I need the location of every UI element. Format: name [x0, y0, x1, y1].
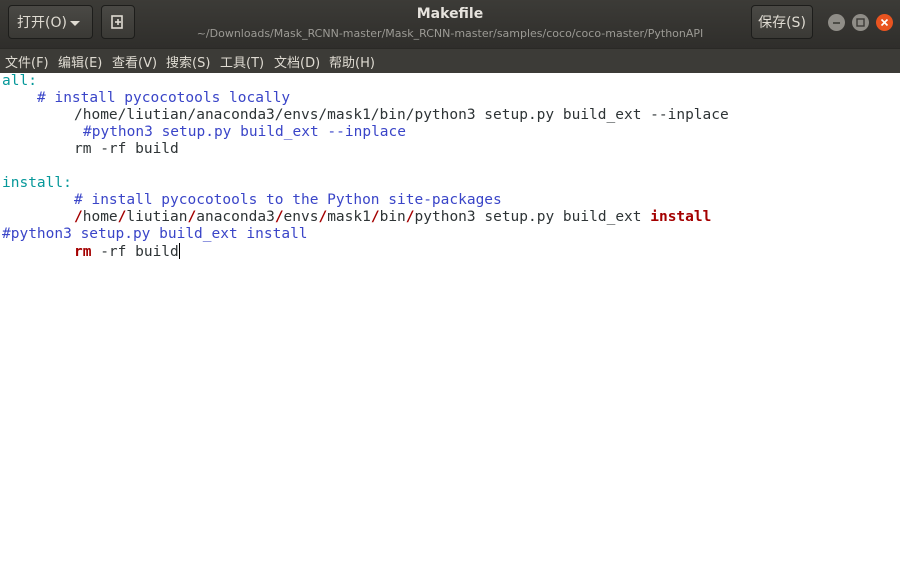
- close-button[interactable]: [876, 14, 893, 31]
- minimize-button[interactable]: [828, 14, 845, 31]
- text-editor[interactable]: all: # install pycocotools locally /home…: [0, 73, 900, 562]
- code-line: /home/liutian/anaconda3/envs/mask1/bin/p…: [74, 209, 711, 226]
- path-part: anaconda3: [196, 209, 275, 225]
- new-tab-button[interactable]: [101, 5, 135, 39]
- path-part: home: [82, 209, 118, 225]
- code-line: #python3 setup.py build_ext --inplace: [83, 124, 406, 141]
- open-button-label: 打开(O): [17, 15, 67, 31]
- path-separator: /: [318, 209, 328, 225]
- makefile-target: all:: [2, 73, 37, 89]
- code-command: -rf build: [91, 244, 179, 260]
- menu-tools[interactable]: 工具(T): [220, 52, 264, 71]
- save-button[interactable]: 保存(S): [751, 5, 813, 39]
- menu-help[interactable]: 帮助(H): [329, 52, 375, 71]
- chevron-down-icon: [70, 21, 80, 26]
- close-icon: [880, 18, 889, 27]
- window-title: Makefile: [416, 6, 484, 22]
- code-command: /home/liutian/anaconda3/envs/mask1/bin/p…: [74, 107, 729, 123]
- path-part: liutian: [126, 209, 188, 225]
- code-comment: #python3 setup.py build_ext install: [2, 226, 308, 242]
- path-separator: /: [187, 209, 197, 225]
- code-line: # install pycocotools locally: [37, 90, 290, 107]
- menu-edit[interactable]: 编辑(E): [58, 52, 102, 71]
- code-line: #python3 setup.py build_ext install: [2, 226, 308, 243]
- minimize-icon: [833, 22, 840, 24]
- gedit-window: 打开(O) Makefile ~/Downloads/Mask_RCNN-mas…: [0, 0, 900, 562]
- path-part: envs: [283, 209, 319, 225]
- menu-documents[interactable]: 文档(D): [274, 52, 320, 71]
- code-comment: #python3 setup.py build_ext --inplace: [83, 124, 407, 140]
- text-cursor: [178, 243, 180, 259]
- maximize-button[interactable]: [852, 14, 869, 31]
- menu-file[interactable]: 文件(F): [5, 52, 49, 71]
- path-separator: /: [274, 209, 284, 225]
- code-line: install:: [2, 175, 72, 192]
- open-button[interactable]: 打开(O): [8, 5, 93, 39]
- code-comment: # install pycocotools locally: [37, 90, 291, 106]
- menu-bar: 文件(F) 编辑(E) 查看(V) 搜索(S) 工具(T) 文档(D) 帮助(H…: [0, 48, 900, 73]
- file-path: ~/Downloads/Mask_RCNN-master/Mask_RCNN-m…: [196, 27, 704, 40]
- code-keyword: rm: [74, 244, 92, 260]
- maximize-icon: [856, 18, 865, 27]
- code-line: all:: [2, 73, 37, 90]
- path-separator: /: [74, 209, 83, 225]
- code-keyword: install: [650, 209, 712, 225]
- path-part: mask1: [327, 209, 371, 225]
- menu-view[interactable]: 查看(V): [112, 52, 157, 71]
- header-bar: 打开(O) Makefile ~/Downloads/Mask_RCNN-mas…: [0, 0, 900, 48]
- new-document-plus-icon: [111, 15, 123, 29]
- path-part: bin: [379, 209, 406, 225]
- path-part: python3 setup.py build_ext: [414, 209, 651, 225]
- path-separator: /: [370, 209, 380, 225]
- path-separator: /: [405, 209, 415, 225]
- code-line: rm -rf build: [74, 243, 180, 260]
- code-comment: # install pycocotools to the Python site…: [74, 192, 502, 208]
- code-line: # install pycocotools to the Python site…: [74, 192, 502, 209]
- makefile-target: install:: [2, 175, 72, 191]
- code-line: rm -rf build: [74, 141, 179, 158]
- code-command: rm -rf build: [74, 141, 179, 157]
- code-line: /home/liutian/anaconda3/envs/mask1/bin/p…: [74, 107, 729, 124]
- menu-search[interactable]: 搜索(S): [166, 52, 210, 71]
